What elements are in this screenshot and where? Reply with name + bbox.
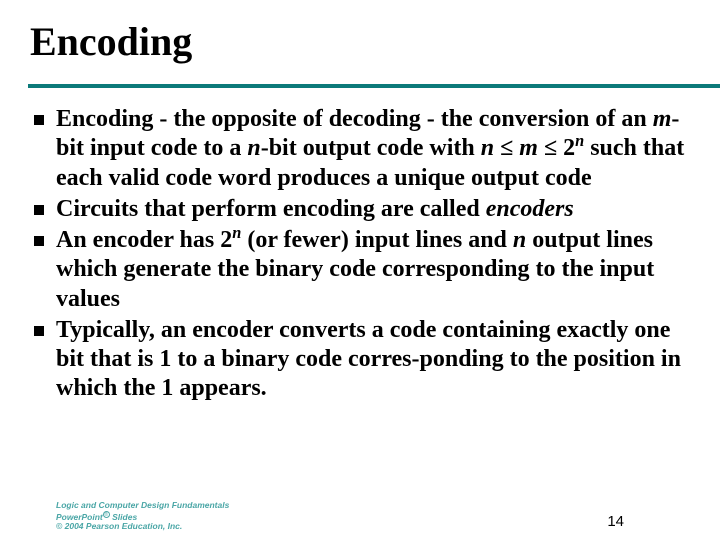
list-item: Typically, an encoder converts a code co…	[34, 316, 694, 404]
list-item: Circuits that perform encoding are calle…	[34, 195, 694, 224]
footer-line-2-post: Slides	[110, 511, 137, 521]
bullet-icon	[34, 236, 44, 246]
bullet-list: Encoding - the opposite of decoding - th…	[34, 105, 700, 404]
copyright-footer: Logic and Computer Design Fundamentals P…	[56, 501, 229, 532]
bullet-icon	[34, 326, 44, 336]
bullet-text: Typically, an encoder converts a code co…	[56, 316, 694, 404]
footer-line-1: Logic and Computer Design Fundamentals	[56, 500, 229, 510]
footer-line-3: © 2004 Pearson Education, Inc.	[56, 521, 182, 531]
registered-icon: ®	[103, 511, 110, 518]
bullet-text: Encoding - the opposite of decoding - th…	[56, 105, 694, 193]
bullet-icon	[34, 205, 44, 215]
footer-line-2-pre: PowerPoint	[56, 511, 103, 521]
bullet-text: An encoder has 2n (or fewer) input lines…	[56, 226, 694, 314]
page-number: 14	[607, 513, 624, 530]
bullet-icon	[34, 115, 44, 125]
slide-title: Encoding	[30, 18, 700, 65]
bullet-text: Circuits that perform encoding are calle…	[56, 195, 574, 224]
list-item: An encoder has 2n (or fewer) input lines…	[34, 226, 694, 314]
title-divider	[28, 84, 720, 88]
list-item: Encoding - the opposite of decoding - th…	[34, 105, 694, 193]
